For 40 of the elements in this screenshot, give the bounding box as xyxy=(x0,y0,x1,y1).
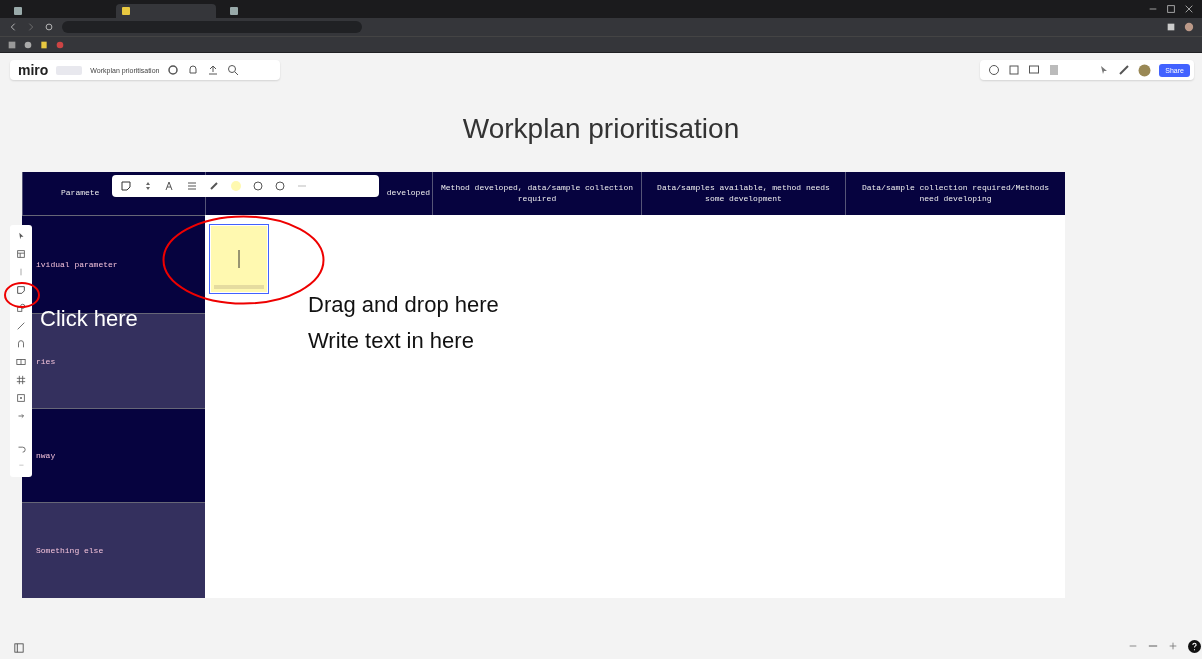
row-label: nway xyxy=(36,451,56,460)
cursor-icon[interactable] xyxy=(16,231,26,241)
row-label: ries xyxy=(36,356,56,366)
page-icon xyxy=(122,7,130,15)
comment-icon[interactable] xyxy=(16,339,26,349)
pen-icon[interactable] xyxy=(1118,64,1131,76)
column-header: Method developed, data/sample collection required xyxy=(432,172,641,215)
help-icon[interactable] xyxy=(1188,639,1201,653)
color-swatch-icon[interactable] xyxy=(230,180,242,192)
back-icon[interactable] xyxy=(8,22,18,32)
embed-icon[interactable] xyxy=(16,393,26,403)
shapes-icon[interactable] xyxy=(16,303,26,313)
template-icon[interactable] xyxy=(16,249,26,259)
page-icon xyxy=(14,7,22,15)
sticky-note-icon[interactable] xyxy=(16,285,26,295)
close-icon[interactable] xyxy=(1184,4,1194,14)
frame-icon[interactable] xyxy=(16,357,26,367)
highlight-circle xyxy=(4,282,40,308)
pen-icon[interactable] xyxy=(16,321,26,331)
annotation-text: Click here xyxy=(40,306,138,332)
row-label: ividual parameter xyxy=(36,260,118,269)
sidebar-toggle-icon[interactable] xyxy=(14,643,24,653)
grid-icon[interactable] xyxy=(16,375,26,385)
column-header: Data/sample collection required/Methods need developing xyxy=(845,172,1065,215)
page-icon xyxy=(230,7,238,15)
upload-icon[interactable] xyxy=(207,64,220,76)
annotation-text: Drag and drop here xyxy=(308,292,499,318)
maximize-icon[interactable] xyxy=(1166,4,1176,14)
notification-icon[interactable] xyxy=(187,64,200,76)
sticky-note-icon[interactable] xyxy=(1008,64,1020,76)
search-icon[interactable] xyxy=(227,64,240,76)
avatar-icon[interactable] xyxy=(1138,63,1152,77)
browser-tab[interactable] xyxy=(116,4,216,18)
annotation-text: Write text in here xyxy=(308,328,474,354)
sticky-note-icon[interactable] xyxy=(120,180,132,192)
column-header: Data/samples available, method needs some development xyxy=(641,172,845,215)
logo[interactable]: miro xyxy=(18,62,49,78)
board-title: Workplan prioritisation xyxy=(461,113,741,145)
row-label: Something else xyxy=(36,546,104,555)
profile-icon[interactable] xyxy=(1184,22,1194,32)
